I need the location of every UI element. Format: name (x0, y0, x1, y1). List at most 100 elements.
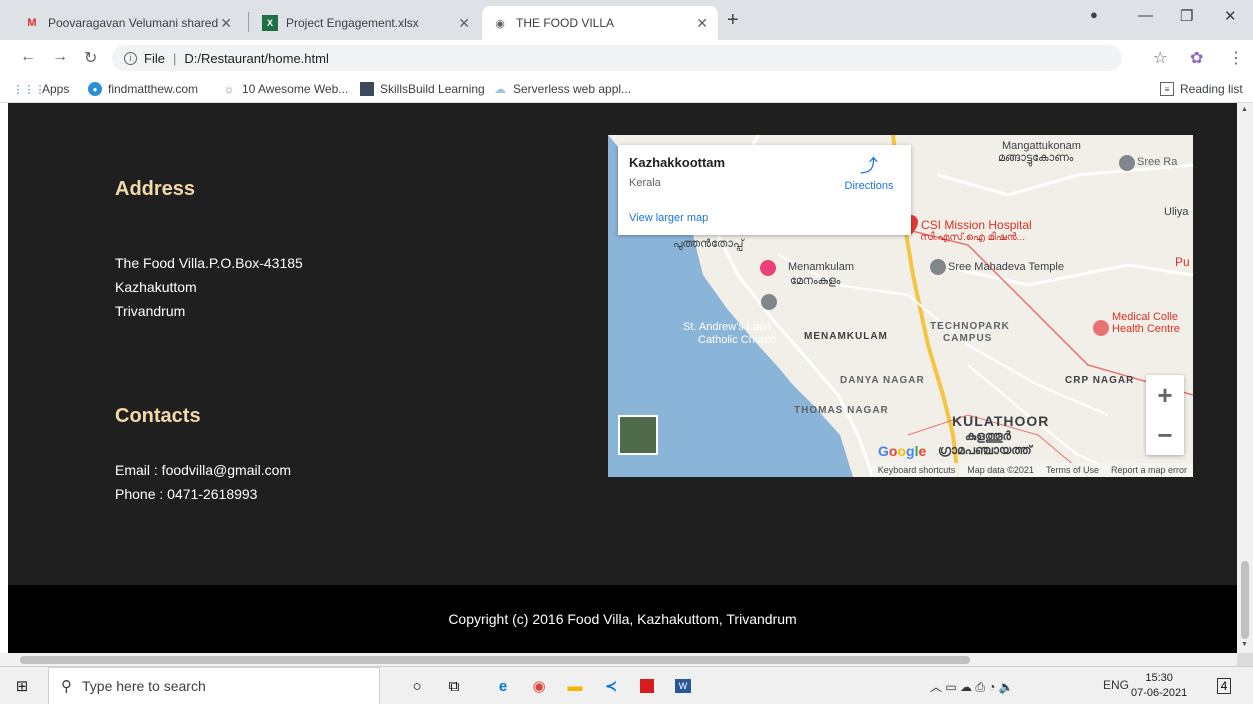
scroll-up-icon[interactable]: ▲ (1241, 106, 1248, 113)
close-icon[interactable]: ✕ (458, 15, 470, 32)
google-logo: Google (878, 443, 927, 459)
map-label: ഗ്രാമപഞ്ചായത്ത് (938, 443, 1032, 457)
excel-icon: X (262, 15, 278, 31)
url-divider: | (172, 50, 177, 66)
language-indicator[interactable]: ENG (1103, 678, 1129, 692)
map-label: പുത്തൻതോപ്പ് (673, 238, 744, 250)
chrome-icon[interactable]: ◉ (526, 675, 552, 697)
vertical-scrollbar[interactable]: ▲ ▼ (1237, 103, 1253, 653)
reading-list-icon: ≡ (1160, 82, 1174, 96)
reload-icon[interactable]: ↻ (84, 48, 97, 68)
globe-icon: ◉ (495, 17, 505, 30)
map-label: St. Andrew's Latin (683, 321, 771, 333)
edge-icon[interactable]: e (490, 675, 516, 697)
scroll-down-icon[interactable]: ▼ (1241, 641, 1248, 648)
bookmark-apps[interactable]: ⋮⋮⋮ Apps (12, 82, 70, 96)
tab-title: THE FOOD VILLA (516, 16, 615, 30)
horizontal-scrollbar[interactable] (0, 653, 1237, 666)
restore-icon[interactable]: ❐ (1180, 7, 1193, 25)
bookmark-skillsbuild[interactable]: SkillsBuild Learning (360, 82, 485, 96)
contacts-heading: Contacts (115, 405, 201, 427)
close-icon[interactable]: ✕ (220, 15, 232, 32)
task-view-icon[interactable]: ⧉ (443, 675, 465, 697)
zoom-in-button[interactable]: + (1146, 375, 1184, 415)
cortana-icon[interactable]: ○ (406, 675, 428, 697)
vscode-icon[interactable]: ≺ (598, 675, 624, 697)
account-circle-icon[interactable]: ● (1090, 7, 1098, 22)
bookmark-label: SkillsBuild Learning (380, 82, 485, 96)
copyright-text: Copyright (c) 2016 Food Villa, Kazhakutt… (448, 611, 797, 627)
address-line: Kazhakuttom (115, 279, 197, 295)
tray-icons[interactable]: ︿ ▭ ☁ ⎙ ◔ 🔈 (930, 678, 1014, 695)
close-window-icon[interactable]: ✕ (1224, 7, 1237, 25)
notification-icon[interactable]: 4 (1212, 675, 1236, 697)
map-zoom-controls: + − (1146, 375, 1184, 455)
map-label: കുളത്തൂർ (965, 429, 1011, 443)
minimize-icon[interactable]: — (1138, 7, 1153, 24)
reading-list-button[interactable]: ≡ Reading list (1160, 82, 1243, 96)
close-icon[interactable]: ✕ (696, 15, 708, 32)
embedded-map[interactable]: Mangattukonam മങ്ങാട്ടുകോണം Sree Ra Uliy… (608, 135, 1193, 477)
scrollbar-corner (1237, 653, 1253, 666)
keyboard-shortcuts-link[interactable]: Keyboard shortcuts (872, 465, 962, 475)
app-icon[interactable] (634, 675, 660, 697)
tab-title: Project Engagement.xlsx (286, 16, 419, 30)
system-clock[interactable]: 15:30 07-06-2021 (1131, 671, 1187, 701)
map-label: Catholic Church (698, 334, 777, 346)
tab-food-villa[interactable]: ◉ THE FOOD VILLA ✕ (482, 6, 718, 40)
map-label: Medical Colle (1112, 311, 1179, 323)
tab-title: Poovaragavan Velumani shared (48, 16, 219, 30)
map-label: CSI Mission Hospital (921, 218, 1032, 232)
clock-time: 15:30 (1145, 672, 1173, 684)
directions-icon: ⤴ (860, 156, 878, 176)
bookmark-awesome-web[interactable]: ☼ 10 Awesome Web... (222, 82, 349, 96)
map-label: TECHNOPARK (930, 321, 1010, 332)
report-error-link[interactable]: Report a map error (1105, 465, 1193, 475)
directions-label: Directions (844, 180, 894, 192)
file-explorer-icon[interactable]: ▬ (562, 675, 588, 697)
reading-list-label: Reading list (1180, 82, 1243, 96)
bookmark-findmatthew[interactable]: ● findmatthew.com (88, 82, 198, 96)
menu-icon[interactable]: ⋮ (1228, 48, 1244, 68)
search-placeholder: Type here to search (82, 678, 206, 694)
address-bar[interactable]: i File | D:/Restaurant/home.html (112, 45, 1122, 71)
profile-avatar[interactable]: ✿ (1190, 48, 1203, 68)
zoom-out-button[interactable]: − (1146, 415, 1184, 455)
bookmarks-bar: ⋮⋮⋮ Apps ● findmatthew.com ☼ 10 Awesome … (0, 76, 1253, 103)
map-label: Sree Mahadeva Temple (948, 261, 1064, 273)
scrollbar-thumb[interactable] (1241, 561, 1249, 639)
phone-text: Phone : 0471-2618993 (115, 486, 258, 502)
directions-button[interactable]: ⤴ Directions (839, 157, 899, 192)
view-larger-map-link[interactable]: View larger map (629, 212, 708, 224)
map-attribution: Keyboard shortcuts Map data ©2021 Terms … (871, 463, 1193, 477)
map-label: THOMAS NAGAR (794, 405, 889, 416)
page-footer: Copyright (c) 2016 Food Villa, Kazhakutt… (8, 585, 1237, 653)
star-icon[interactable]: ☆ (1153, 48, 1167, 68)
tab-divider (248, 12, 249, 32)
taskbar-search[interactable]: ⚲ Type here to search (48, 667, 380, 704)
terms-link[interactable]: Terms of Use (1040, 465, 1105, 475)
bookmark-label: 10 Awesome Web... (242, 82, 349, 96)
forward-icon[interactable]: → (52, 48, 68, 66)
map-label: Health Centre (1112, 323, 1180, 335)
address-line: The Food Villa.P.O.Box-43185 (115, 255, 303, 271)
search-icon: ⚲ (61, 678, 72, 695)
page-viewport: Address The Food Villa.P.O.Box-43185 Kaz… (8, 103, 1237, 653)
map-label: Sree Ra (1137, 156, 1178, 168)
tab-excel[interactable]: X Project Engagement.xlsx ✕ (252, 6, 480, 40)
tab-gmail[interactable]: M Poovaragavan Velumani shared ✕ (14, 6, 242, 40)
new-tab-button[interactable]: + (727, 9, 739, 32)
windows-taskbar: ⊞ ⚲ Type here to search ○ ⧉ e ◉ ▬ ≺ W ︿ … (0, 666, 1253, 704)
word-icon[interactable]: W (670, 675, 696, 697)
apps-grid-icon: ⋮⋮⋮ (12, 83, 46, 96)
windows-start-icon[interactable]: ⊞ (10, 675, 34, 697)
site-icon: ● (88, 82, 102, 96)
satellite-toggle[interactable] (618, 415, 658, 455)
info-icon[interactable]: i (124, 51, 137, 65)
bookmark-serverless[interactable]: ☁ Serverless web appl... (493, 82, 631, 96)
email-text: Email : foodvilla@gmail.com (115, 462, 292, 478)
map-label: സി.എസ്.ഐ മിഷൻ... (920, 232, 1025, 243)
back-icon[interactable]: ← (20, 48, 36, 66)
scrollbar-thumb[interactable] (20, 656, 970, 664)
map-label: Menamkulam (788, 261, 855, 273)
